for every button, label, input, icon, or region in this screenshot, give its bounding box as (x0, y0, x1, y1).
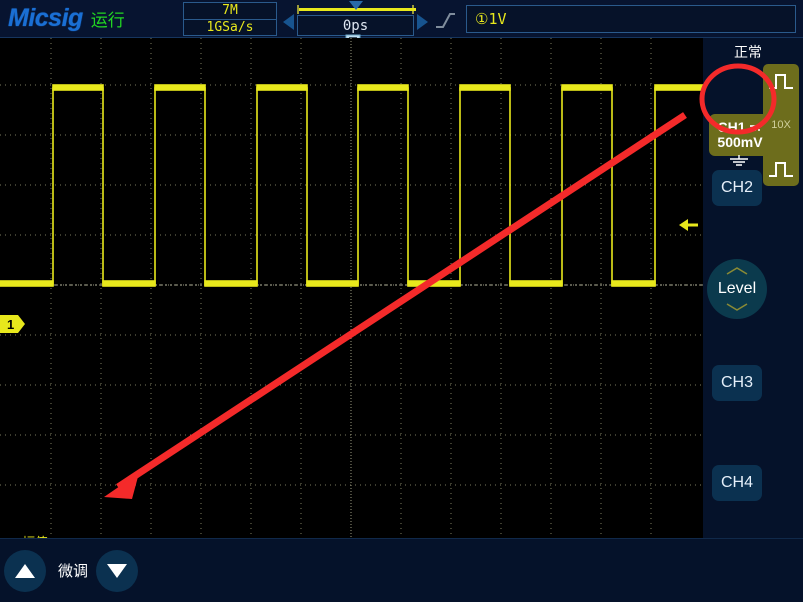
horizontal-position-control[interactable]: 0ps (283, 1, 428, 37)
arrow-left-icon[interactable] (283, 14, 294, 30)
ch2-button[interactable]: CH2 (712, 170, 762, 206)
ch1-label: CH1 (717, 119, 746, 136)
ch1-scale-value: 500mV (717, 134, 763, 150)
ch4-label: CH4 (720, 474, 753, 491)
fine-tune-down-button[interactable] (96, 550, 138, 592)
run-state-label[interactable]: 运行 (91, 6, 125, 31)
fine-tune-up-button[interactable] (4, 550, 46, 592)
svg-text:1: 1 (7, 317, 14, 332)
position-caret-icon[interactable] (348, 1, 363, 10)
chevron-down-icon (726, 303, 748, 311)
brand-logo: Micsig (8, 4, 83, 32)
triangle-up-icon (15, 564, 35, 578)
fine-tune-label: 微调 (57, 563, 88, 580)
probe-attenuation-value: 10X (771, 119, 791, 131)
trigger-level-arrow-icon[interactable] (678, 217, 700, 233)
dc-coupling-icon (749, 124, 762, 131)
ch1-label-row: CH1 (717, 120, 762, 135)
ch1-button[interactable]: CH1 500mV (709, 114, 771, 156)
triangle-down-icon (107, 564, 127, 578)
channel-side-panel: 正常 10X CH1 500mV CH2 Level CH3 CH4 (703, 38, 803, 538)
trigger-source-box[interactable]: ①1V (466, 5, 796, 33)
level-button[interactable]: Level (707, 259, 767, 319)
horizontal-position-value: 0ps (297, 15, 414, 36)
rising-edge-icon[interactable] (434, 10, 456, 30)
ch1-ground-marker[interactable]: 1 (0, 315, 26, 333)
oscilloscope-screen: Micsig 运行 7M 1GSa/s 0ps ①1V 1 正常 10X CH1… (0, 0, 803, 602)
position-inner: 0ps (297, 1, 416, 37)
chevron-up-icon (726, 267, 748, 275)
ch2-label: CH2 (720, 179, 753, 196)
memory-depth-value: 7M (184, 3, 276, 20)
acquisition-info-box[interactable]: 7M 1GSa/s (183, 2, 277, 36)
ch3-button[interactable]: CH3 (712, 365, 762, 401)
ground-symbol-icon (730, 155, 748, 166)
level-label: Level (717, 280, 757, 297)
ch3-label: CH3 (720, 374, 753, 391)
arrow-right-icon[interactable] (417, 14, 428, 30)
pulse-icon (769, 162, 793, 177)
bottom-toolbar: 微调 快速 保存 500us (0, 538, 803, 602)
waveform-display-area[interactable]: 1 幅值:1.980V (0, 38, 703, 538)
trigger-mode-label[interactable]: 正常 (719, 42, 777, 62)
trigger-source-value: ①1V (475, 10, 507, 28)
graticule-grid (0, 38, 703, 538)
sample-rate-value: 1GSa/s (206, 19, 254, 35)
ch4-button[interactable]: CH4 (712, 465, 762, 501)
pulse-icon (769, 74, 793, 89)
